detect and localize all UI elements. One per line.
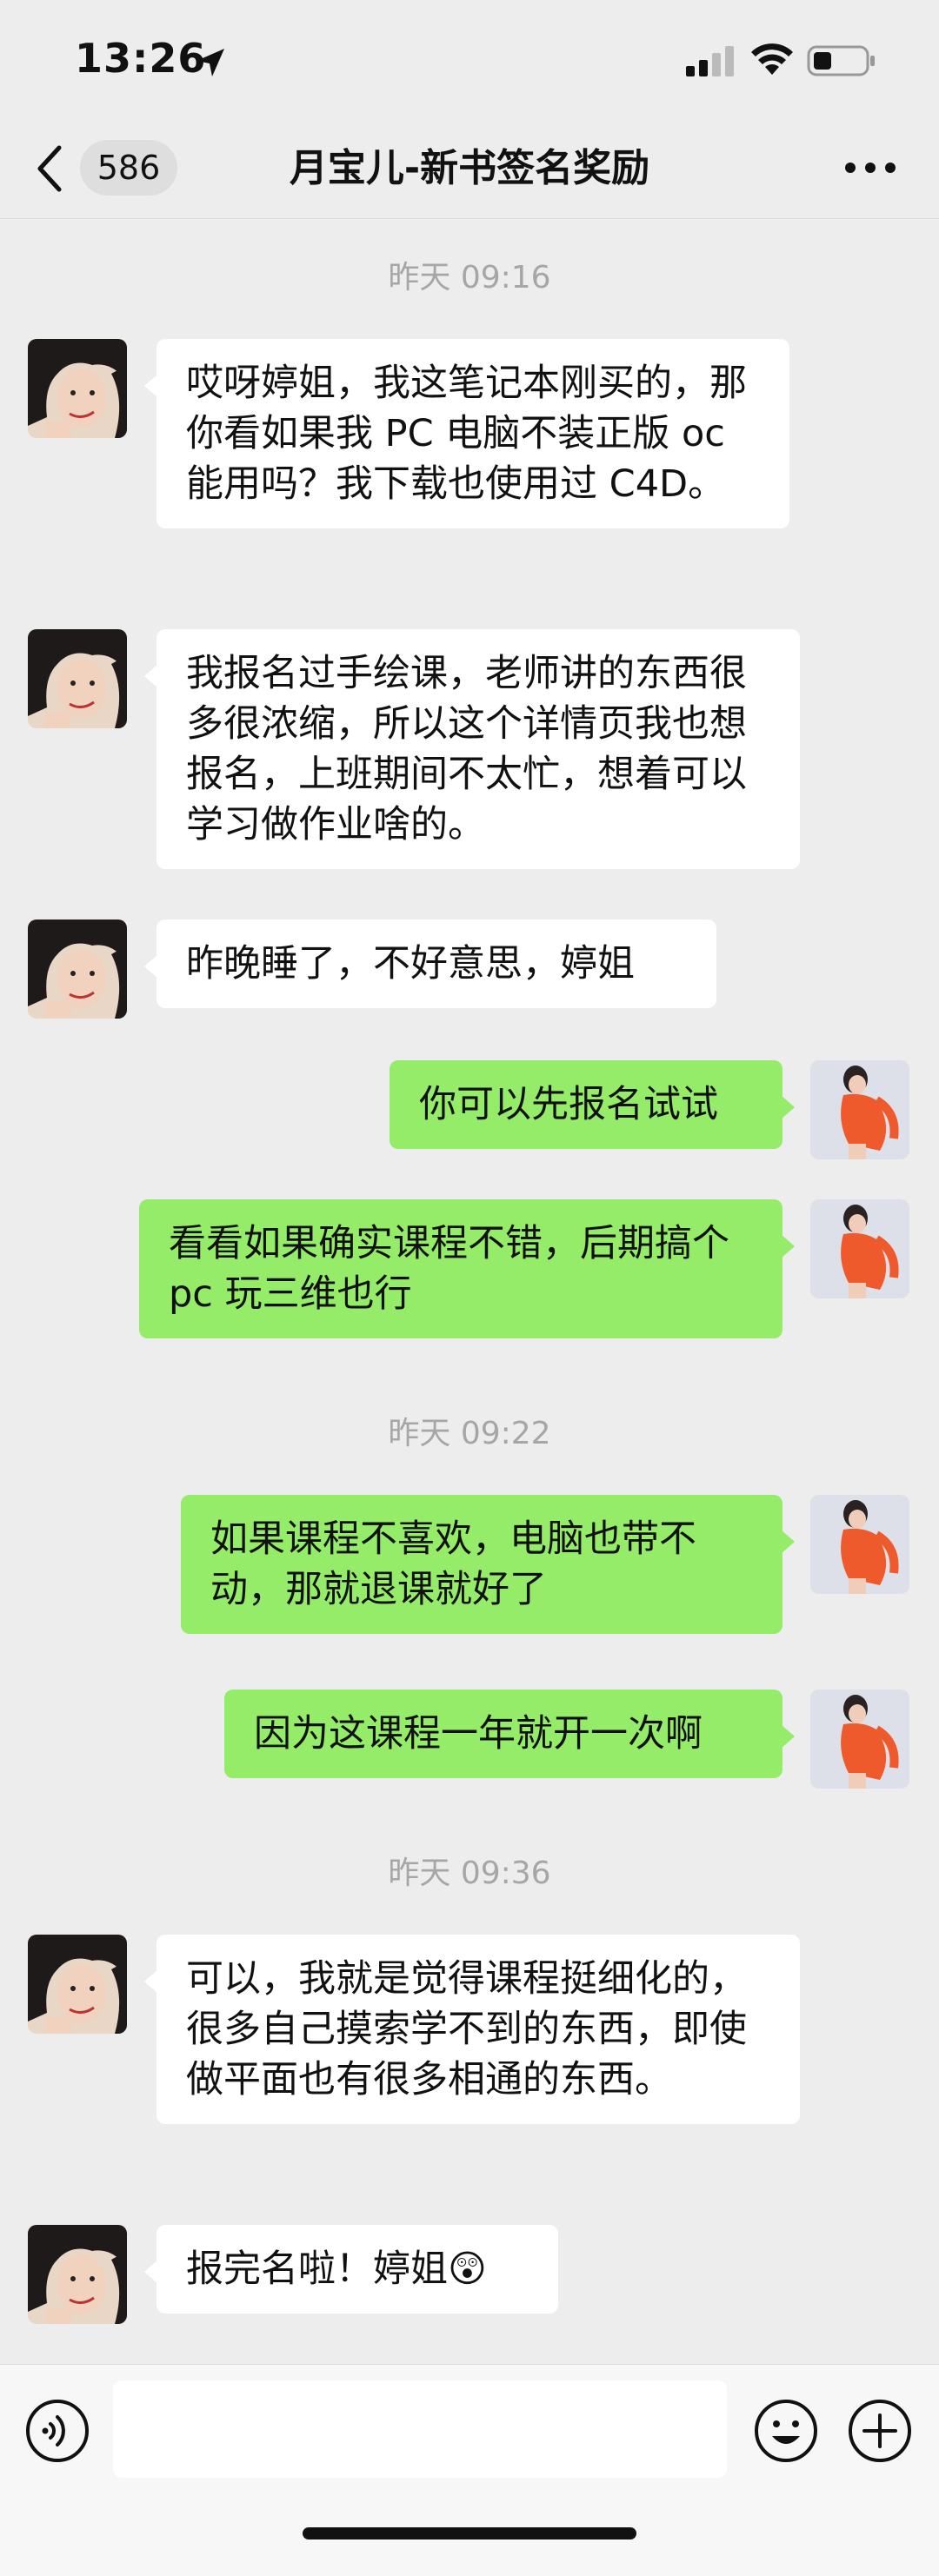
battery-icon (807, 45, 875, 76)
incoming-message[interactable]: 我报名过手绘课，老师讲的东西很多很浓缩，所以这个详情页我也想报名，上班期间不太忙… (144, 629, 800, 869)
more-options-icon[interactable] (843, 155, 897, 181)
message-input[interactable] (113, 2380, 727, 2478)
status-bar: 13:26 (0, 0, 939, 122)
voice-input-icon[interactable] (24, 2398, 90, 2464)
home-indicator[interactable] (303, 2527, 636, 2539)
chat-title: 月宝儿-新书签名奖励 (289, 146, 650, 190)
outgoing-message[interactable]: 看看如果确实课程不错，后期搞个 pc 玩三维也行 (139, 1199, 795, 1338)
timestamp-label: 昨天 09:16 (388, 260, 551, 295)
timestamp-label: 昨天 09:36 (388, 1856, 551, 1891)
wifi-icon (751, 43, 793, 75)
my-avatar-image (810, 1060, 909, 1159)
unread-count-badge[interactable]: 586 (80, 140, 177, 196)
contact-avatar-image (28, 2225, 127, 2324)
my-avatar[interactable] (810, 1060, 909, 1159)
my-avatar-image (810, 1199, 909, 1298)
my-avatar-image (810, 1495, 909, 1594)
my-avatar[interactable] (810, 1199, 909, 1298)
my-avatar[interactable] (810, 1495, 909, 1594)
contact-avatar-image (28, 339, 127, 438)
contact-avatar[interactable] (28, 339, 127, 438)
chat-screen: 13:26 586 月宝儿-新书签名奖励 昨天 09:16 哎呀婷姐，我这笔记本… (0, 0, 939, 2576)
incoming-message[interactable]: 哎呀婷姐，我这笔记本刚买的，那你看如果我 PC 电脑不装正版 oc 能用吗？我下… (144, 339, 789, 528)
input-bar (0, 2364, 939, 2576)
location-arrow-icon (196, 49, 224, 76)
my-avatar-image (810, 1690, 909, 1789)
contact-avatar[interactable] (28, 629, 127, 728)
emoji-icon[interactable] (753, 2398, 819, 2464)
contact-avatar[interactable] (28, 2225, 127, 2324)
incoming-message[interactable]: 可以，我就是觉得课程挺细化的，很多自己摸索学不到的东西，即使做平面也有很多相通的… (144, 1935, 800, 2124)
contact-avatar-image (28, 1935, 127, 2034)
contact-avatar[interactable] (28, 920, 127, 1019)
add-attachment-icon[interactable] (847, 2398, 913, 2464)
contact-avatar-image (28, 920, 127, 1019)
outgoing-message[interactable]: 你可以先报名试试 (390, 1060, 795, 1149)
nav-bar: 586 月宝儿-新书签名奖励 (0, 122, 939, 219)
incoming-message[interactable]: 昨晚睡了，不好意思，婷姐 (144, 920, 716, 1008)
outgoing-message[interactable]: 如果课程不喜欢，电脑也带不动，那就退课就好了 (181, 1495, 795, 1634)
outgoing-message[interactable]: 因为这课程一年就开一次啊 (224, 1690, 795, 1778)
timestamp-label: 昨天 09:22 (388, 1416, 551, 1451)
cellular-signal-icon (686, 46, 734, 76)
back-chevron-icon[interactable] (33, 141, 68, 196)
status-time: 13:26 (75, 35, 207, 82)
my-avatar[interactable] (810, 1690, 909, 1789)
incoming-message[interactable]: 报完名啦！婷姐😲 (144, 2225, 558, 2314)
contact-avatar[interactable] (28, 1935, 127, 2034)
contact-avatar-image (28, 629, 127, 728)
